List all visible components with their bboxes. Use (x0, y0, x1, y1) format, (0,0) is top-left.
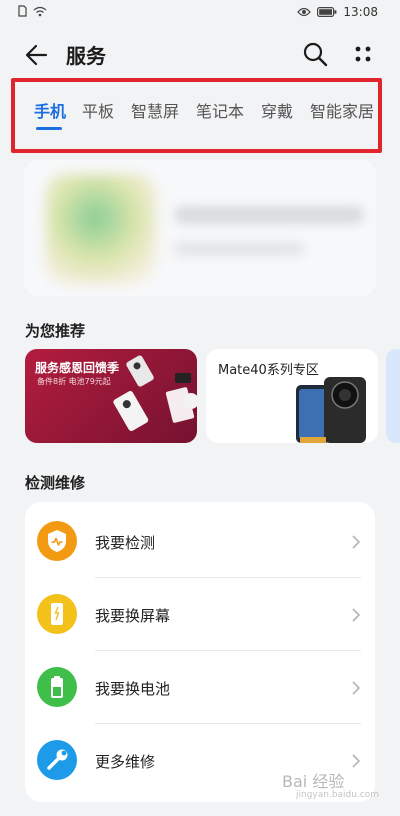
repair-item-screen[interactable]: 我要换屏幕 (25, 578, 375, 651)
recommend-card-promo[interactable]: 服务感恩回馈季 备件8折 电池79元起 (25, 349, 197, 443)
promo-banner[interactable] (24, 160, 376, 296)
detect-icon (37, 521, 77, 561)
mate40-phones-image (296, 377, 366, 443)
banner-text-blur (174, 206, 364, 224)
repair-item-label: 我要换电池 (95, 680, 171, 698)
wrench-icon (37, 740, 77, 780)
spare-parts-image (113, 355, 197, 432)
chevron-right-icon (352, 608, 361, 622)
recommend-section-title: 为您推荐 (25, 322, 86, 340)
wifi-icon (33, 6, 47, 16)
recommend-card-next[interactable] (386, 349, 400, 443)
status-time: 13:08 (343, 5, 378, 19)
repair-item-label: 我要检测 (95, 534, 156, 552)
search-icon[interactable] (300, 39, 330, 69)
chevron-right-icon (352, 535, 361, 549)
repair-item-label: 更多维修 (95, 753, 156, 771)
back-arrow-icon[interactable] (22, 40, 52, 70)
status-left (18, 5, 47, 17)
banner-image (46, 174, 156, 284)
recommend-card-mate40[interactable]: Mate40系列专区 (206, 349, 378, 443)
sim-card-icon (18, 5, 27, 17)
battery-status-icon (317, 7, 337, 17)
more-options-icon[interactable] (348, 39, 378, 69)
repair-list-card: 我要检测 我要换屏幕 我要换电池 更多维修 (25, 502, 375, 802)
battery-icon (37, 667, 77, 707)
status-right: 13:08 (297, 5, 378, 19)
status-bar: 13:08 (0, 0, 400, 26)
chevron-right-icon (352, 754, 361, 768)
eye-comfort-icon (297, 7, 312, 17)
header: 服务 (0, 26, 400, 84)
watermark-url: jingyan.baidu.com (296, 790, 380, 800)
repair-item-battery[interactable]: 我要换电池 (25, 651, 375, 724)
annotation-highlight-box (11, 78, 382, 153)
chevron-right-icon (352, 681, 361, 695)
repair-item-label: 我要换屏幕 (95, 607, 171, 625)
page-title: 服务 (66, 44, 106, 68)
screen-icon (37, 594, 77, 634)
watermark: Bai 经验 (282, 772, 345, 791)
repair-section-title: 检测维修 (25, 474, 86, 492)
repair-item-detect[interactable]: 我要检测 (25, 505, 375, 578)
banner-subtext-blur (174, 242, 304, 256)
